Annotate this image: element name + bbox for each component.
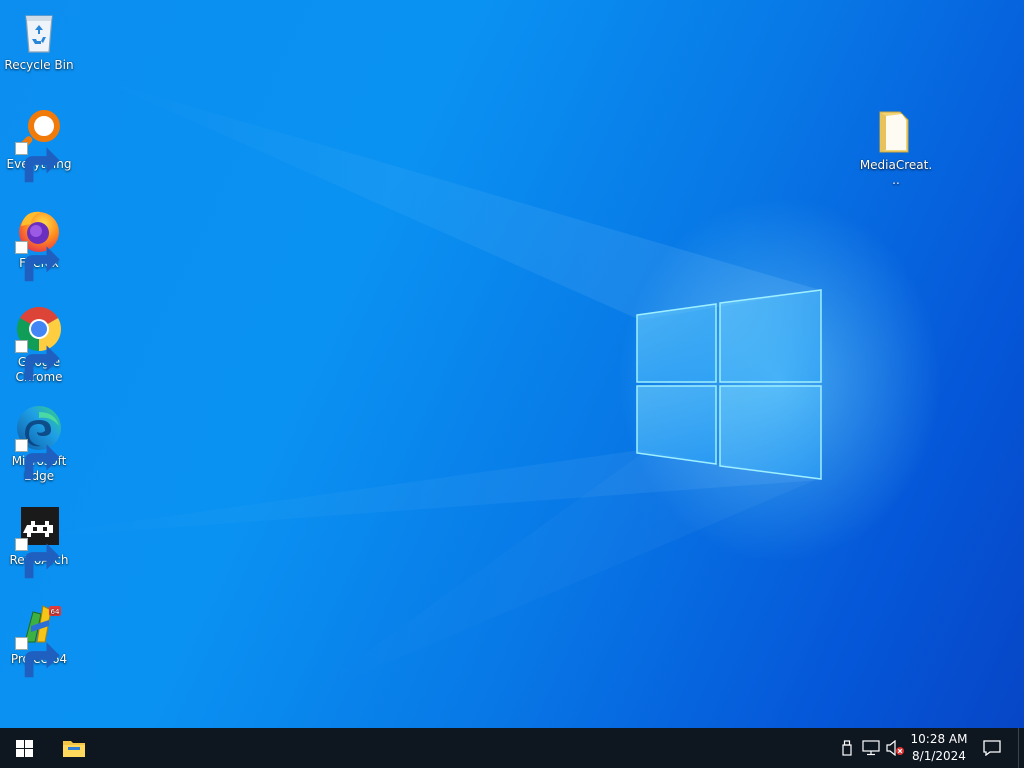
file-explorer-icon (63, 741, 85, 757)
recycle-bin-icon (25, 15, 53, 53)
action-center-button[interactable] (976, 728, 1008, 768)
desktop-icon-label: Recycle Bin (4, 58, 74, 72)
svg-text:64: 64 (51, 608, 60, 616)
desktop-icon-mediacreationtool[interactable]: MediaCreat... (858, 108, 934, 188)
desktop-icon-project64[interactable]: 64 Project64 (1, 602, 77, 678)
shortcut-arrow-icon (15, 637, 60, 678)
taskbar: 10:28 AM 8/1/2024 (0, 728, 1024, 768)
desktop-icon-everything[interactable]: Everything (1, 107, 77, 183)
tray-clock[interactable]: 10:28 AM 8/1/2024 (908, 728, 970, 768)
desktop-icon-firefox[interactable]: Firefox (1, 206, 77, 282)
tray-usb-device[interactable] (838, 728, 856, 768)
network-icon (862, 740, 880, 756)
taskbar-file-explorer[interactable] (50, 728, 98, 768)
start-button[interactable] (0, 728, 48, 768)
show-desktop-button[interactable] (1018, 728, 1024, 768)
shortcut-arrow-icon (15, 340, 60, 381)
tray-network[interactable] (860, 728, 882, 768)
folder-icon (879, 111, 909, 153)
windows-start-icon (15, 739, 33, 757)
volume-muted-icon (886, 740, 904, 756)
desktop-icon-google-chrome[interactable]: Google Chrome (1, 305, 77, 385)
wallpaper-windows-logo (636, 289, 822, 480)
action-center-icon (983, 740, 1001, 756)
desktop-icon-recycle-bin[interactable]: Recycle Bin (1, 8, 77, 73)
usb-device-icon (842, 740, 852, 756)
desktop-icon-label: MediaCreat... (859, 158, 933, 187)
desktop-icon-retroarch[interactable]: RetroArch (1, 503, 77, 579)
clock-time: 10:28 AM (910, 732, 968, 746)
desktop-icon-microsoft-edge[interactable]: Microsoft Edge (1, 404, 77, 484)
shortcut-arrow-icon (15, 142, 60, 183)
clock-date: 8/1/2024 (912, 749, 966, 763)
shortcut-arrow-icon (15, 538, 60, 579)
shortcut-arrow-icon (15, 439, 60, 480)
tray-volume[interactable] (884, 728, 906, 768)
shortcut-arrow-icon (15, 241, 60, 282)
desktop[interactable]: Recycle Bin Everything (0, 0, 1024, 728)
